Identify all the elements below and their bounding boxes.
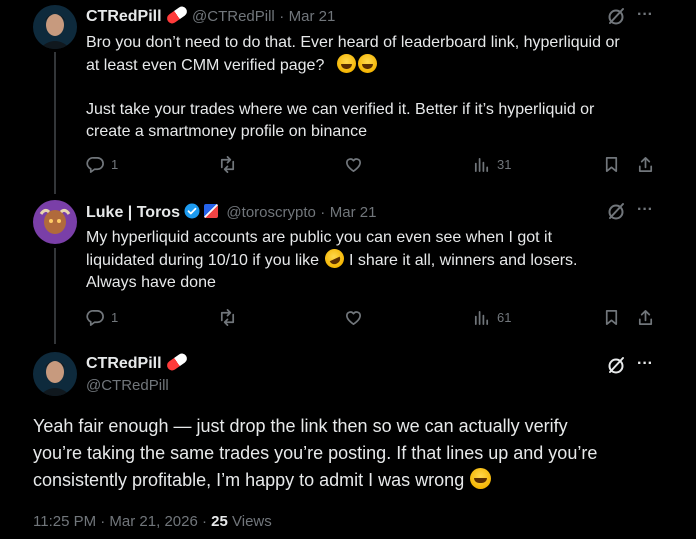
thread-connector: [54, 248, 56, 344]
repost-icon: [220, 309, 235, 326]
repost-button[interactable]: [218, 308, 237, 327]
rofl-emoji: [321, 245, 347, 272]
bookmark-button[interactable]: [602, 155, 621, 174]
laughing-sweat-emoji: [470, 468, 492, 489]
author-name[interactable]: CTRedPill: [86, 355, 162, 372]
grok-icon[interactable]: [606, 201, 626, 226]
tweet-line: Bro you don’t need to do that. Ever hear…: [86, 34, 620, 51]
avatar[interactable]: [33, 200, 77, 244]
bookmark-icon: [605, 156, 618, 173]
tweet-header: Luke | Toros @toroscrypto · Mar 21: [86, 203, 376, 222]
analytics-icon: [474, 310, 489, 326]
tweet-line: Yeah fair enough — just drop the link th…: [33, 416, 568, 436]
avatar[interactable]: [33, 5, 77, 49]
laughing-sweat-emoji: [336, 54, 356, 73]
reply-icon: [86, 156, 104, 173]
reply-button[interactable]: 1: [86, 308, 118, 327]
affiliate-badge-icon[interactable]: [203, 204, 218, 218]
more-options-icon[interactable]: ···: [637, 6, 653, 24]
tweet-header: CTRedPill: [86, 351, 189, 373]
reply-button[interactable]: 1: [86, 155, 118, 174]
separator: ·: [279, 8, 285, 25]
separator: ·: [320, 204, 326, 221]
bookmark-icon: [605, 309, 618, 326]
views-count: 31: [497, 157, 512, 172]
more-options-icon[interactable]: ···: [637, 355, 653, 373]
views-button[interactable]: 31: [472, 155, 511, 174]
repost-button[interactable]: [218, 155, 237, 174]
tweet-line: you’re taking the same trades you’re pos…: [33, 443, 598, 463]
tweet-line: Always have done: [86, 274, 216, 291]
reply-icon: [86, 309, 104, 326]
views-label: Views: [232, 513, 272, 530]
author-name[interactable]: CTRedPill: [86, 8, 162, 25]
share-icon: [638, 156, 653, 173]
tweet-meta: 11:25 PM · Mar 21, 2026 · 25 Views: [33, 513, 272, 530]
verified-badge-icon: [184, 203, 200, 219]
tweet-line: at least even CMM verified page?: [86, 54, 666, 77]
tweet-line: liquidated during 10/10 if you like I sh…: [86, 245, 666, 272]
avatar[interactable]: [33, 352, 77, 396]
grok-icon[interactable]: [606, 355, 626, 380]
thread-connector: [54, 52, 56, 194]
reply-count: 1: [111, 310, 119, 325]
pill-emoji: [164, 4, 189, 26]
repost-icon: [220, 156, 235, 173]
timestamp[interactable]: 11:25 PM · Mar 21, 2026 ·: [33, 513, 207, 530]
share-icon: [638, 309, 653, 326]
author-name[interactable]: Luke | Toros: [86, 204, 180, 221]
views-button[interactable]: 61: [472, 308, 511, 327]
grok-icon[interactable]: [606, 6, 626, 31]
tweet-line: Just take your trades where we can verif…: [86, 101, 595, 118]
like-button[interactable]: [344, 308, 363, 327]
bookmark-button[interactable]: [602, 308, 621, 327]
pill-emoji: [164, 351, 189, 373]
author-handle[interactable]: @toroscrypto: [226, 204, 315, 221]
more-options-icon[interactable]: ···: [637, 201, 653, 219]
share-button[interactable]: [636, 155, 655, 174]
laughing-sweat-emoji: [357, 54, 377, 73]
tweet-line: create a smartmoney profile on binance: [86, 123, 368, 140]
tweet-body: My hyperliquid accounts are public you c…: [86, 227, 666, 294]
tweet-date[interactable]: Mar 21: [330, 204, 377, 221]
author-handle[interactable]: @CTRedPill: [192, 8, 275, 25]
author-handle[interactable]: @CTRedPill: [86, 377, 169, 394]
reply-count: 1: [111, 157, 119, 172]
views-count: 25: [211, 513, 228, 530]
tweet-body: Bro you don’t need to do that. Ever hear…: [86, 32, 666, 143]
like-button[interactable]: [344, 155, 363, 174]
tweet-body: Yeah fair enough — just drop the link th…: [33, 413, 673, 494]
tweet-line: My hyperliquid accounts are public you c…: [86, 229, 553, 246]
heart-icon: [345, 158, 362, 173]
tweet-line: consistently profitable, I’m happy to ad…: [33, 467, 673, 494]
analytics-icon: [474, 157, 489, 173]
tweet-header: CTRedPill @CTRedPill · Mar 21: [86, 4, 336, 26]
share-button[interactable]: [636, 308, 655, 327]
heart-icon: [345, 311, 362, 326]
tweet-date[interactable]: Mar 21: [289, 8, 336, 25]
views-count: 61: [497, 310, 512, 325]
